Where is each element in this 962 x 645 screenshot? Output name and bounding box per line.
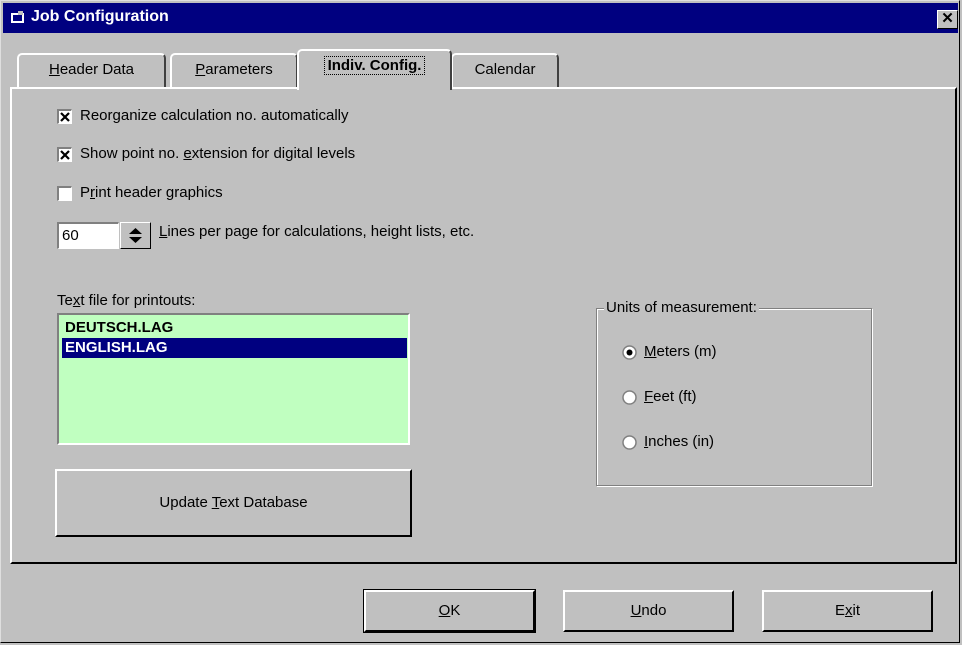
meters-radio[interactable]	[622, 345, 637, 360]
tab-label: Indiv. Config.	[323, 56, 426, 75]
close-button[interactable]: ✕	[937, 10, 958, 29]
lines-per-page-spinner[interactable]	[120, 222, 151, 249]
show-point-extension-checkbox[interactable]	[57, 147, 72, 162]
update-text-database-button[interactable]: Update Text Database	[55, 469, 412, 537]
list-item[interactable]: DEUTSCH.LAG	[62, 318, 407, 338]
up-down-arrows-icon	[129, 228, 142, 243]
app-icon	[10, 10, 26, 26]
check-mark-icon	[60, 112, 70, 122]
tab-calendar[interactable]: Calendar	[451, 53, 559, 87]
title-bar[interactable]: Job Configuration ✕	[3, 3, 958, 33]
tab-mnemonic: P	[195, 61, 206, 78]
tab-label: Calendar	[474, 61, 536, 78]
check-mark-icon	[60, 150, 70, 160]
tab-header-data[interactable]: Header Data	[17, 53, 166, 87]
text-file-listbox[interactable]: DEUTSCH.LAG ENGLISH.LAG	[57, 313, 410, 445]
lines-per-page-input[interactable]: 60	[57, 222, 119, 249]
reorganize-checkbox[interactable]	[57, 109, 72, 124]
tab-label: eader Data	[59, 61, 135, 78]
inches-radio[interactable]	[622, 435, 637, 450]
window-title: Job Configuration	[31, 8, 169, 25]
tab-mnemonic: H	[48, 61, 60, 78]
tab-parameters[interactable]: Parameters	[170, 53, 298, 87]
ok-button[interactable]: OK	[363, 589, 536, 633]
feet-radio[interactable]	[622, 390, 637, 405]
tab-label: arameters	[205, 61, 273, 78]
list-item-selected[interactable]: ENGLISH.LAG	[62, 338, 407, 358]
close-icon: ✕	[941, 10, 954, 27]
print-header-graphics-checkbox[interactable]	[57, 186, 72, 201]
undo-button[interactable]: Undo	[563, 590, 734, 632]
exit-button[interactable]: Exit	[762, 590, 933, 632]
tab-indiv-config[interactable]: Indiv. Config.	[297, 49, 452, 90]
